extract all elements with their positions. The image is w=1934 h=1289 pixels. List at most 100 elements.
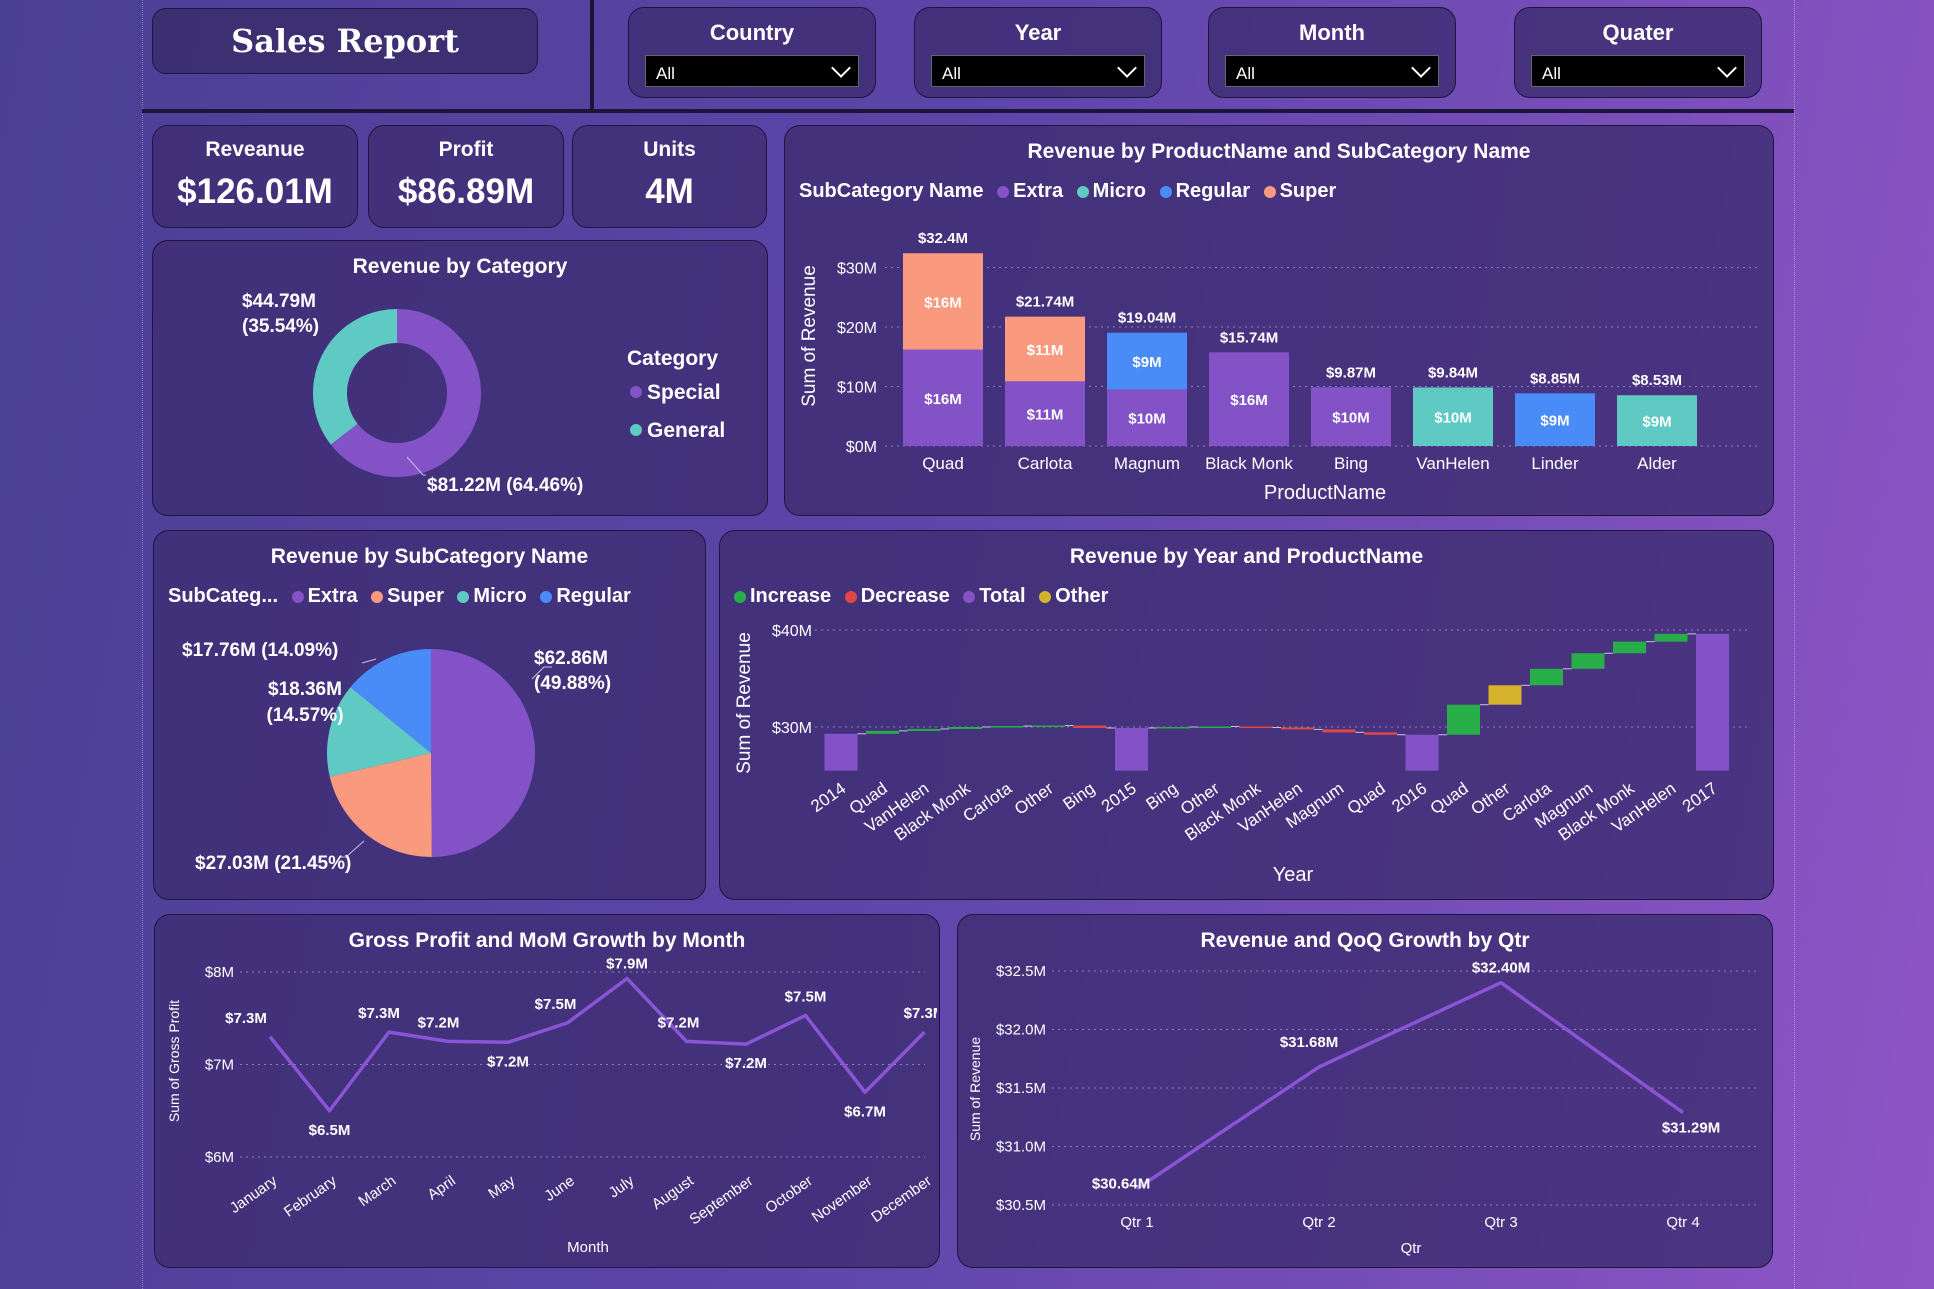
year-dropdown[interactable]: All [931, 55, 1145, 87]
x-tick-label: Bing [1334, 454, 1368, 473]
waterfall-bar [1281, 727, 1314, 730]
quarter-chart-panel: Revenue and QoQ Growth by Qtr $30.5M $31.… [957, 914, 1773, 1268]
waterfall-bar [1571, 653, 1605, 669]
segment-label: $11M [1027, 342, 1064, 359]
waterfall-bar [1613, 641, 1646, 654]
segment-label: $11M [1027, 407, 1064, 424]
x-tick-label: Qtr 1 [1120, 1214, 1153, 1231]
subcategory-chart-panel: Revenue by SubCategory Name SubCateg... … [153, 530, 706, 900]
x-tick-label: October [762, 1172, 815, 1217]
chevron-down-icon [1117, 58, 1137, 78]
x-tick-label: July [606, 1172, 638, 1202]
legend-item: General [647, 419, 725, 442]
country-dropdown[interactable]: All [645, 55, 859, 87]
x-axis-title: Qtr [1401, 1240, 1422, 1257]
total-label: $9.87M [1326, 364, 1376, 381]
y-tick-label: $30M [837, 261, 877, 278]
data-label: $7.3M [225, 1010, 267, 1027]
data-label: $17.76M (14.09%) [182, 640, 338, 661]
x-tick-label: Magnum [1114, 454, 1180, 473]
y-tick-label: $30M [772, 720, 812, 737]
chevron-down-icon [1411, 58, 1431, 78]
y-tick-label: $30.5M [996, 1197, 1046, 1214]
x-tick-label: September [686, 1172, 756, 1228]
subcategory-pie-chart: $62.86M (49.88%) $27.03M (21.45%) $18.36M (1… [182, 640, 611, 874]
data-label: $6.7M [844, 1103, 886, 1120]
dropdown-value: All [942, 64, 961, 83]
y-tick-label: $6M [205, 1149, 234, 1166]
data-label: $7.2M [725, 1055, 767, 1072]
canvas-right-border [1794, 0, 1795, 1289]
waterfall-bar [1530, 668, 1563, 686]
legend-title: Category [627, 347, 718, 370]
waterfall-bar [1198, 726, 1231, 729]
y-axis-title: Sum of Gross Profit [166, 1000, 182, 1122]
slicer-year: Year All [914, 7, 1162, 98]
slicer-label: Quater [1602, 20, 1674, 45]
x-tick-label: Qtr 3 [1484, 1214, 1517, 1231]
y-tick-label: $7M [205, 1057, 234, 1074]
segment-label: $10M [1332, 410, 1370, 427]
segment-label: $9M [1642, 414, 1671, 431]
waterfall-bar [1032, 725, 1065, 728]
total-label: $8.85M [1530, 370, 1580, 387]
kpi-label: Profit [438, 138, 494, 161]
data-label: $44.79M [242, 291, 316, 312]
data-label: (35.54%) [242, 316, 319, 337]
x-tick-label: Other [1011, 779, 1057, 819]
data-label: $7.5M [535, 996, 577, 1013]
product-chart-panel: Revenue by ProductName and SubCategory N… [784, 125, 1774, 516]
x-tick-label: Bing [1060, 779, 1099, 814]
data-label: $6.5M [309, 1122, 351, 1139]
x-tick-label: May [485, 1172, 518, 1202]
month-dropdown[interactable]: All [1225, 55, 1439, 87]
y-tick-label: $31.0M [996, 1139, 1046, 1156]
kpi-revenue-card: Reveanue $126.01M [152, 125, 358, 228]
slicer-month: Month All [1208, 7, 1456, 98]
x-tick-label: Quad [1344, 779, 1389, 818]
x-tick-label: January [227, 1172, 281, 1217]
x-tick-label: June [541, 1172, 577, 1205]
waterfall-bar [1447, 704, 1480, 735]
dropdown-value: All [1542, 64, 1561, 83]
dropdown-value: All [656, 64, 675, 83]
waterfall-bar [1156, 727, 1190, 729]
waterfall-bar [1364, 732, 1397, 735]
waterfall-bar [1654, 633, 1688, 642]
x-tick-label: 2017 [1679, 779, 1721, 816]
legend-dot [630, 386, 642, 398]
slicer-label: Year [1014, 20, 1062, 45]
x-tick-label: Quad [1427, 779, 1472, 818]
y-tick-label: $31.5M [996, 1080, 1046, 1097]
total-label: $19.04M [1118, 310, 1176, 327]
y-axis-title: Sum of Revenue [967, 1037, 983, 1141]
total-label: $21.74M [1016, 294, 1074, 311]
y-tick-label: $10M [837, 380, 877, 397]
x-tick-label: March [355, 1172, 399, 1210]
category-chart-panel: Revenue by Category Category Special Gen… [152, 240, 768, 516]
x-tick-label: Linder [1531, 454, 1579, 473]
canvas-left-border [142, 0, 143, 1289]
waterfall-bar [1488, 685, 1522, 705]
waterfall-bar [1073, 725, 1107, 728]
x-tick-label: 2015 [1098, 779, 1140, 816]
data-label: $7.9M [606, 955, 648, 972]
month-chart-panel: Gross Profit and MoM Growth by Month $6M… [154, 914, 940, 1268]
kpi-value: $86.89M [397, 172, 535, 211]
report-title-box: Sales Report [152, 8, 538, 74]
kpi-units-card: Units 4M [572, 125, 767, 228]
segment-label: $16M [924, 294, 962, 311]
waterfall-bar [1322, 729, 1356, 733]
x-axis-title: ProductName [1264, 482, 1386, 504]
kpi-value: $126.01M [177, 172, 333, 211]
x-tick-label: April [424, 1172, 458, 1203]
slicer-label: Month [1299, 20, 1365, 45]
segment-label: $9M [1132, 354, 1161, 371]
report-title: Sales Report [231, 22, 459, 60]
data-label: $7.3M [358, 1005, 400, 1022]
chevron-down-icon [1717, 58, 1737, 78]
quarter-dropdown[interactable]: All [1531, 55, 1745, 87]
x-axis-title: Month [567, 1239, 609, 1256]
segment-label: $9M [1540, 413, 1569, 430]
data-label: $31.29M [1662, 1120, 1720, 1137]
